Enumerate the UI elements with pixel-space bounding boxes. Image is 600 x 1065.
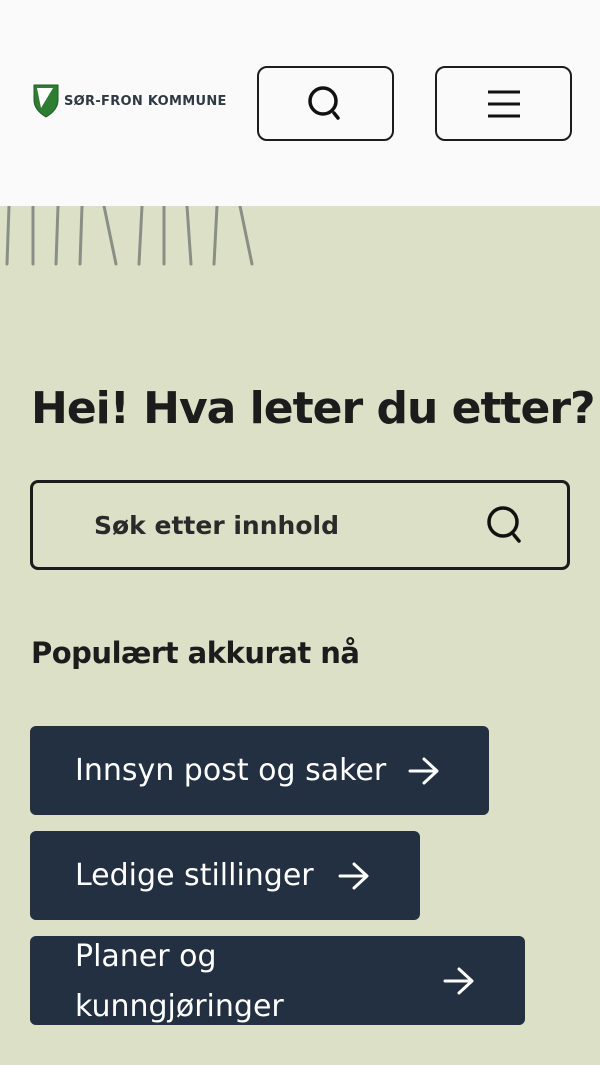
quick-link-label: Planer og kunngjøringer (75, 939, 284, 1024)
decorative-stripes (5, 206, 254, 266)
arrow-right-icon (338, 862, 369, 889)
hamburger-menu-icon (487, 90, 520, 117)
quick-link-label: Innsyn post og saker (75, 753, 387, 788)
header-menu-button[interactable] (435, 66, 572, 141)
quick-link-innsyn[interactable]: Innsyn post og saker (30, 726, 489, 815)
coat-of-arms-icon (33, 84, 59, 118)
quick-link-planer-kunngjoringer[interactable]: Planer og kunngjøringer (30, 936, 525, 1025)
quick-link-ledige-stillinger[interactable]: Ledige stillinger (30, 831, 420, 920)
search-icon[interactable] (487, 506, 527, 546)
logo-text: SØR-FRON KOMMUNE (64, 93, 227, 109)
hero-title: Hei! Hva leter du etter? (31, 383, 596, 434)
header-search-button[interactable] (257, 66, 394, 141)
popular-heading: Populært akkurat nå (31, 636, 360, 670)
site-header: SØR-FRON KOMMUNE (0, 0, 600, 206)
arrow-right-icon (408, 757, 439, 784)
logo-link[interactable]: SØR-FRON KOMMUNE (33, 84, 227, 118)
quick-link-label: Ledige stillinger (75, 858, 314, 893)
arrow-right-icon (443, 967, 474, 994)
search-icon (307, 85, 340, 120)
search-placeholder: Søk etter innhold (94, 511, 339, 540)
search-input[interactable]: Søk etter innhold (30, 480, 570, 570)
